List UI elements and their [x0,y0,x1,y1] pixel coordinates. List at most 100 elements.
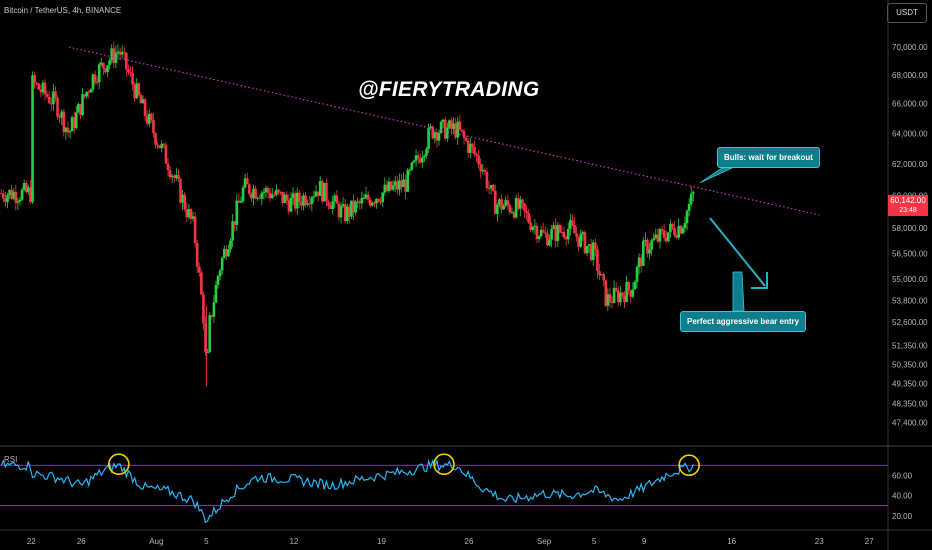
candle-body [477,155,480,165]
candle-body [277,189,280,192]
candle-body [16,201,20,203]
candle-body [548,239,551,246]
price-tick-label: 49,350.00 [892,380,928,389]
candle-body [566,228,570,240]
candle-body [579,234,583,247]
candle-body [689,193,693,204]
candle-body [537,236,541,239]
candle-body [2,193,5,199]
candle-body [127,69,130,73]
candle-body [460,129,464,132]
candle-body [177,175,180,180]
symbol-title: Bitcoin / TetherUS, 4h, BINANCE [4,6,122,15]
candle-body [298,192,301,202]
candle-body [156,144,159,146]
candle-body [635,267,639,282]
candle-body [289,197,293,212]
price-tick-label: 52,600.00 [892,318,928,327]
time-tick-label: 12 [289,537,298,546]
candle-body [485,171,489,189]
candle-body [658,228,662,242]
candle-body [6,195,9,203]
candle-body [627,281,630,291]
candle-body [68,131,72,133]
price-tick-label: 51,350.00 [892,341,928,350]
candle-body [464,137,468,141]
candle-body [162,143,166,145]
time-tick-label: 22 [27,537,36,546]
candle-body [475,153,478,156]
candle-body [254,188,257,199]
candle-body [229,240,232,250]
candle-body [31,75,34,203]
candle-body [166,163,170,171]
candle-body [200,272,203,295]
candle-body [220,257,224,271]
candle-body [93,74,97,83]
candle-body [47,96,51,104]
candle-body [541,229,545,233]
candle-body [531,226,535,230]
candle-body [523,203,526,211]
candle-body [571,220,574,225]
candle-body [43,82,47,95]
rsi-line [0,458,694,524]
bulls-callout-pointer [699,167,733,184]
candle-body [106,65,109,73]
candle-body [214,284,218,303]
candle-body [20,189,24,200]
candle-body [412,160,416,163]
candle-body [266,188,270,193]
candle-body [331,201,334,209]
candle-body [366,194,370,200]
candle-body [439,121,443,133]
candle-body [354,201,357,213]
candle-body [423,155,426,158]
candle-body [633,281,637,290]
candle-body [602,274,605,281]
rsi-tick-label: 40.00 [892,492,913,501]
time-tick-label: 9 [642,537,647,546]
candle-body [97,64,101,83]
candle-body [502,205,505,210]
candle-body [193,216,197,244]
candle-body [666,232,670,242]
candle-body [108,60,111,66]
candle-body [496,204,499,215]
price-tick-label: 62,000.00 [892,160,928,169]
price-tick-label: 64,000.00 [892,129,928,138]
candle-body [621,292,624,296]
price-tick-label: 68,000.00 [892,71,928,80]
candle-body [143,99,147,117]
price-tick-label: 47,400.00 [892,418,928,427]
candle-body [427,127,430,149]
candle-body [410,162,414,170]
currency-button[interactable]: USDT [887,3,927,23]
candle-body [154,133,157,145]
candle-body [74,112,78,129]
candle-body [197,266,201,273]
time-tick-label: 5 [204,537,209,546]
current-price-tag: 60,142.00 23:48 [888,195,928,216]
candle-body [506,200,510,206]
time-tick-label: Aug [149,537,163,546]
price-tick-label: 56,500.00 [892,249,928,258]
candle-body [685,210,689,224]
candle-body [235,200,239,226]
candle-body [241,187,245,202]
candle-body [377,198,380,202]
candle-body [37,83,41,90]
candle-body [216,276,220,285]
candle-body [687,203,691,211]
candle-body [650,240,653,250]
price-tick-label: 58,000.00 [892,224,928,233]
candle-body [202,294,205,324]
candle-body [416,155,420,159]
candle-body [325,182,328,202]
bear-callout-pointer [732,271,745,312]
candle-body [125,52,128,70]
candle-body [681,228,685,234]
candle-body [550,228,553,240]
candle-body [641,240,645,266]
candle-body [310,197,314,204]
